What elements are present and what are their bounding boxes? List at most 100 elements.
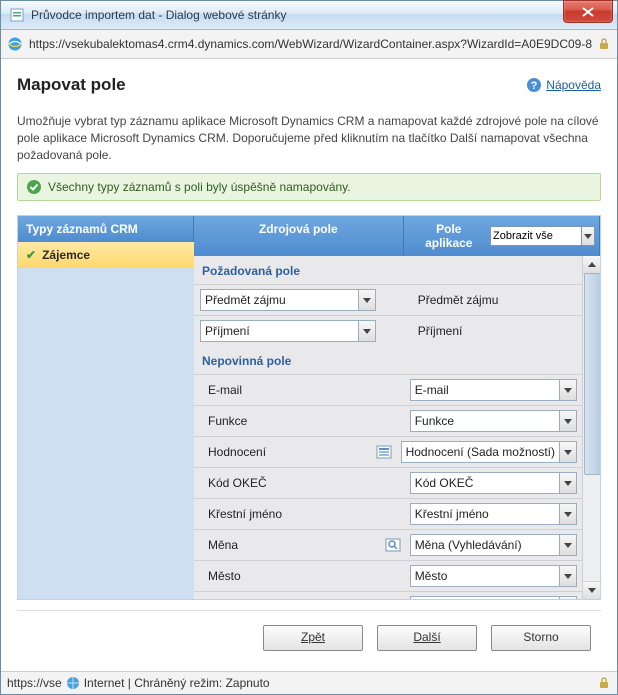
cancel-button[interactable]: Storno — [491, 625, 591, 651]
lock-icon — [597, 676, 611, 690]
chevron-down-icon[interactable] — [559, 411, 576, 431]
source-label: Křestní jméno — [200, 507, 282, 521]
help-icon: ? — [526, 77, 542, 93]
close-button[interactable] — [563, 0, 613, 23]
select-value: Předmět zájmu — [201, 293, 358, 307]
button-bar: Zpět Další Storno — [17, 610, 601, 665]
field-row: Předmět zájmu Předmět zájmu — [194, 284, 583, 315]
field-select[interactable]: Město — [410, 565, 577, 587]
scroll-up-button[interactable] — [583, 256, 600, 274]
success-icon — [26, 179, 42, 195]
url-text[interactable]: https://vsekubalektomas4.crm4.dynamics.c… — [29, 37, 593, 51]
select-value: Hodnocení (Sada možností) — [402, 445, 559, 459]
select-value: Příjmení — [201, 324, 358, 338]
source-label: Kód OKEČ — [200, 476, 267, 490]
optional-section-header: Nepovinná pole — [194, 346, 583, 374]
required-section-header: Požadovaná pole — [194, 256, 583, 284]
check-icon: ✔ — [26, 248, 36, 262]
field-row: E-mail E-mail — [194, 374, 583, 405]
chevron-down-icon[interactable] — [559, 473, 576, 493]
select-value: Křestní jméno — [411, 507, 559, 521]
field-row: Příjmení Příjmení — [194, 315, 583, 346]
field-select[interactable]: Kód OKEČ — [410, 472, 577, 494]
app-icon — [9, 7, 25, 23]
field-select[interactable]: Název společnosti — [410, 596, 577, 599]
filter-select[interactable] — [486, 226, 595, 246]
intro-text: Umožňuje vybrat typ záznamu aplikace Mic… — [17, 113, 601, 163]
field-row: Křestní jméno Křestní jméno — [194, 498, 583, 529]
record-type-label: Zájemce — [42, 248, 90, 262]
field-row: Název společnostiNázev společnosti — [194, 591, 583, 599]
fields-column: Zdrojová pole Pole aplikace Požadovaná p… — [194, 216, 600, 599]
target-label: Předmět zájmu — [410, 293, 499, 307]
source-label: Město — [200, 569, 241, 583]
field-select[interactable]: Hodnocení (Sada možností) — [401, 441, 577, 463]
ie-icon — [7, 36, 23, 52]
help-label: Nápověda — [546, 78, 601, 92]
scrollbar[interactable] — [582, 256, 600, 599]
fields-body: Požadovaná polePředmět zájmuPředmět zájm… — [194, 256, 600, 599]
lock-icon — [597, 37, 611, 51]
chevron-down-icon[interactable] — [559, 442, 576, 462]
status-url: https://vse — [7, 676, 62, 690]
window-title: Průvodce importem dat - Dialog webové st… — [31, 8, 563, 22]
field-row: Měna Měna (Vyhledávání) — [194, 529, 583, 560]
source-label: Hodnocení — [200, 445, 266, 459]
app-fields-header: Pole aplikace — [404, 216, 600, 256]
chevron-down-icon[interactable] — [559, 597, 576, 599]
success-banner: Všechny typy záznamů s poli byly úspěšně… — [17, 173, 601, 201]
scroll-thumb[interactable] — [584, 273, 600, 475]
page-header: Mapovat pole ? Nápověda — [17, 75, 601, 95]
chevron-down-icon[interactable] — [559, 566, 576, 586]
field-row: Funkce Funkce — [194, 405, 583, 436]
status-bar: https://vse Internet | Chráněný režim: Z… — [1, 671, 617, 694]
help-link[interactable]: ? Nápověda — [526, 77, 601, 93]
select-value: Měna (Vyhledávání) — [411, 538, 559, 552]
mapping-grid: Typy záznamů CRM ✔ Zájemce Zdrojová pole… — [17, 215, 601, 600]
field-select[interactable]: Měna (Vyhledávání) — [410, 534, 577, 556]
address-bar: https://vsekubalektomas4.crm4.dynamics.c… — [1, 30, 617, 59]
next-button[interactable]: Další — [377, 625, 477, 651]
field-select[interactable]: Křestní jméno — [410, 503, 577, 525]
chevron-down-icon[interactable] — [559, 504, 576, 524]
status-zone: Internet — [84, 676, 125, 690]
select-value: Funkce — [411, 414, 559, 428]
filter-input[interactable] — [490, 226, 582, 246]
record-type-item[interactable]: ✔ Zájemce — [18, 242, 194, 268]
select-value: E-mail — [411, 383, 559, 397]
scroll-down-button[interactable] — [583, 581, 600, 599]
page-title: Mapovat pole — [17, 75, 526, 95]
close-icon — [582, 7, 594, 17]
chevron-down-icon[interactable] — [358, 290, 375, 310]
source-label: Funkce — [200, 414, 247, 428]
chevron-down-icon[interactable] — [559, 380, 576, 400]
chevron-down-icon[interactable] — [358, 321, 375, 341]
select-value: Kód OKEČ — [411, 476, 559, 490]
success-text: Všechny typy záznamů s poli byly úspěšně… — [48, 180, 351, 194]
field-row: Kód OKEČ Kód OKEČ — [194, 467, 583, 498]
field-row: Město Město — [194, 560, 583, 591]
status-sep: | — [124, 676, 134, 690]
select-value: Město — [411, 569, 559, 583]
lookup-icon — [382, 537, 404, 553]
source-fields-header: Zdrojová pole — [194, 216, 404, 256]
app-fields-label: Pole aplikace — [412, 222, 486, 250]
field-select[interactable]: Funkce — [410, 410, 577, 432]
fields-header-row: Zdrojová pole Pole aplikace — [194, 216, 600, 256]
field-row: Hodnocení Hodnocení (Sada možností) — [194, 436, 583, 467]
field-select[interactable]: Příjmení — [200, 320, 376, 342]
svg-text:?: ? — [531, 80, 538, 92]
field-select[interactable]: E-mail — [410, 379, 577, 401]
source-label: E-mail — [200, 383, 242, 397]
optionset-icon — [373, 444, 395, 460]
chevron-down-icon[interactable] — [559, 535, 576, 555]
source-label: Měna — [200, 538, 238, 552]
back-button[interactable]: Zpět — [263, 625, 363, 651]
dialog-window: Průvodce importem dat - Dialog webové st… — [0, 0, 618, 695]
globe-icon — [66, 676, 80, 690]
chevron-down-icon[interactable] — [582, 226, 595, 246]
target-label: Příjmení — [410, 324, 463, 338]
content-area: Mapovat pole ? Nápověda Umožňuje vybrat … — [1, 59, 617, 671]
field-select[interactable]: Předmět zájmu — [200, 289, 376, 311]
titlebar: Průvodce importem dat - Dialog webové st… — [1, 1, 617, 30]
